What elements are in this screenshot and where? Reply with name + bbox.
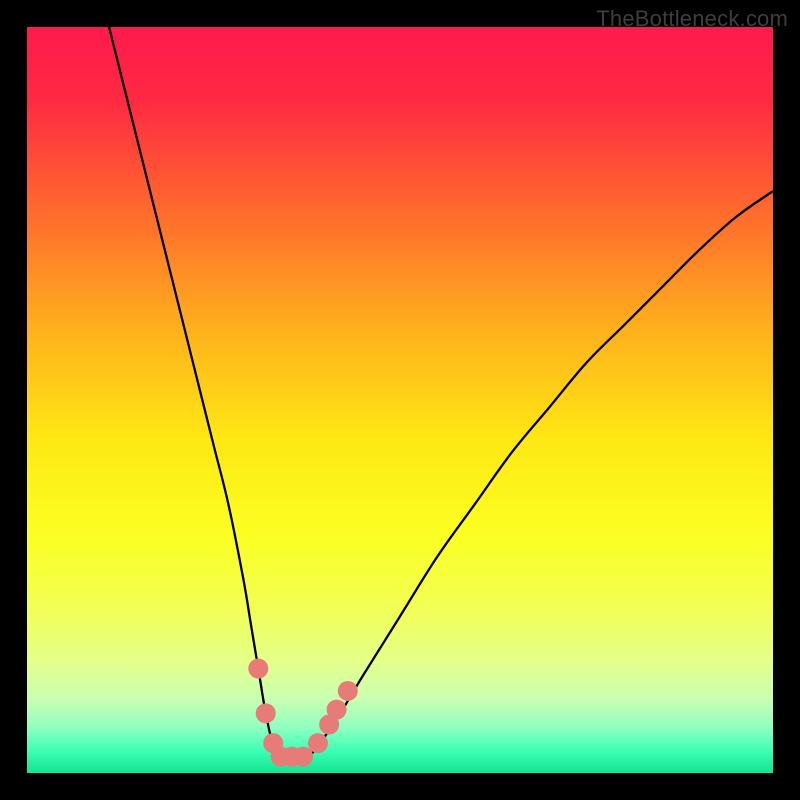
data-marker bbox=[248, 659, 268, 679]
data-marker bbox=[338, 681, 358, 701]
chart-svg bbox=[27, 27, 773, 773]
data-marker bbox=[308, 733, 328, 753]
chart-frame bbox=[27, 27, 773, 773]
watermark-text: TheBottleneck.com bbox=[596, 6, 788, 32]
data-marker bbox=[327, 700, 347, 720]
data-marker bbox=[293, 747, 313, 767]
data-marker bbox=[256, 703, 276, 723]
gradient-background bbox=[27, 27, 773, 773]
